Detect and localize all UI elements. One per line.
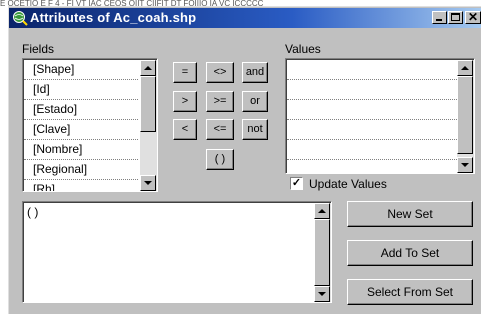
values-scrollbar[interactable] — [457, 60, 474, 173]
fields-scrollbar[interactable] — [140, 60, 157, 191]
field-item[interactable]: [Shape] — [24, 60, 138, 80]
chevron-down-icon — [461, 163, 469, 167]
chevron-up-icon — [144, 66, 152, 70]
query-scrollbar[interactable] — [314, 203, 331, 302]
window-title: Attributes of Ac_coah.shp — [30, 10, 197, 25]
field-item[interactable]: [Nombre] — [24, 140, 138, 160]
chevron-down-icon — [144, 181, 152, 185]
field-item[interactable]: [Estado] — [24, 100, 138, 120]
values-list[interactable] — [285, 58, 475, 174]
fields-rows: [Shape] [Id] [Estado] [Clave] [Nombre] [Regio… — [24, 60, 138, 191]
scroll-down-button[interactable] — [314, 286, 330, 302]
scroll-up-button[interactable] — [140, 60, 156, 76]
scroll-up-button[interactable] — [457, 60, 473, 76]
chevron-up-icon — [318, 209, 326, 213]
op-less-button[interactable]: < — [173, 119, 197, 140]
close-icon: ✕ — [468, 10, 479, 24]
field-item[interactable]: [Clave] — [24, 120, 138, 140]
op-not-equal-button[interactable]: <> — [206, 62, 234, 83]
value-item[interactable] — [287, 120, 457, 140]
scroll-thumb[interactable] — [314, 219, 330, 286]
values-rows — [287, 60, 457, 173]
globe-query-icon — [12, 10, 28, 26]
op-less-equal-button[interactable]: <= — [206, 119, 234, 140]
op-equals-button[interactable]: = — [173, 62, 197, 83]
close-button[interactable]: ✕ — [465, 10, 481, 24]
maximize-button[interactable] — [448, 11, 463, 24]
op-or-button[interactable]: or — [242, 91, 268, 112]
value-item[interactable] — [287, 80, 457, 100]
value-item[interactable] — [287, 160, 457, 173]
values-label: Values — [285, 42, 321, 56]
op-greater-button[interactable]: > — [173, 91, 197, 112]
scroll-thumb[interactable] — [140, 76, 156, 132]
value-item[interactable] — [287, 140, 457, 160]
op-greater-equal-button[interactable]: >= — [206, 91, 234, 112]
query-textbox[interactable]: ( ) — [22, 201, 332, 303]
field-item[interactable]: [Rh] — [24, 180, 138, 191]
chevron-up-icon — [461, 66, 469, 70]
op-and-button[interactable]: and — [242, 62, 268, 83]
fields-list[interactable]: [Shape] [Id] [Estado] [Clave] [Nombre] [Regio… — [22, 58, 158, 192]
update-values-checkbox[interactable]: ✓ — [290, 177, 303, 190]
chevron-down-icon — [318, 292, 326, 296]
add-to-set-button[interactable]: Add To Set — [347, 240, 473, 266]
fields-label: Fields — [22, 42, 55, 56]
scroll-down-button[interactable] — [140, 175, 156, 191]
op-parentheses-button[interactable]: ( ) — [206, 149, 234, 170]
field-item[interactable]: [Regional] — [24, 160, 138, 180]
checkmark-icon: ✓ — [291, 177, 302, 189]
field-item[interactable]: [Id] — [24, 80, 138, 100]
value-item[interactable] — [287, 100, 457, 120]
scroll-down-button[interactable] — [457, 157, 473, 173]
op-not-button[interactable]: not — [242, 119, 268, 140]
minimize-icon — [436, 19, 442, 21]
value-item[interactable] — [287, 60, 457, 80]
minimize-button[interactable] — [432, 11, 447, 24]
select-from-set-button[interactable]: Select From Set — [347, 279, 473, 305]
scroll-thumb[interactable] — [457, 76, 473, 154]
new-set-button[interactable]: New Set — [347, 201, 473, 227]
update-values-label: Update Values — [309, 177, 387, 191]
scroll-up-button[interactable] — [314, 203, 330, 219]
maximize-icon — [451, 13, 460, 21]
query-text: ( ) — [27, 205, 39, 219]
